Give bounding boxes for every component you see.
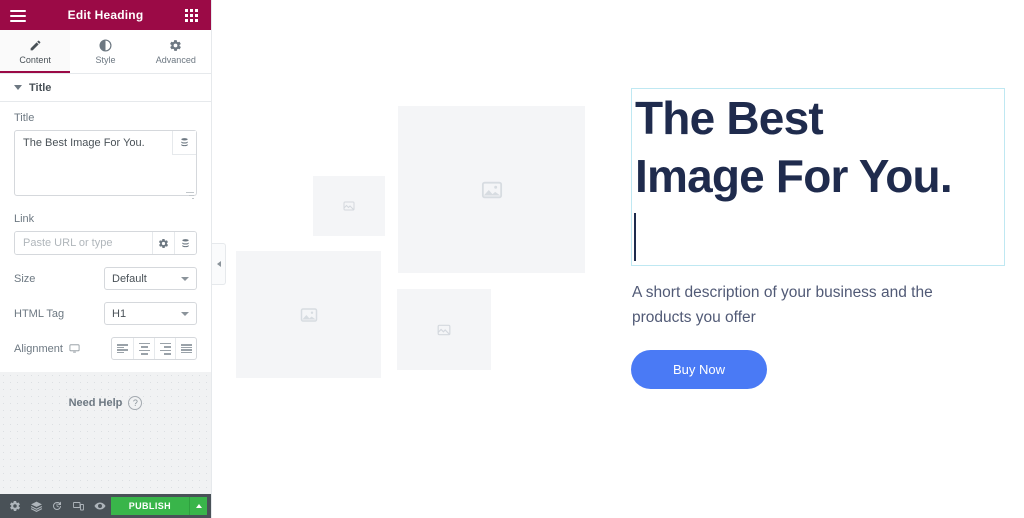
editor-canvas: The Best Image For You. A short descript… [212,0,1024,518]
elementor-editor: Edit Heading Content Style Advanced Titl… [0,0,1024,518]
chevron-down-icon [181,276,189,281]
tab-content-label: Content [19,54,51,65]
eye-icon [94,502,106,510]
tab-style[interactable]: Style [70,30,141,73]
title-field-label: Title [14,112,35,124]
chevron-left-icon [216,261,221,267]
description-text[interactable]: A short description of your business and… [632,280,962,330]
html-tag-select[interactable]: H1 [104,302,197,325]
history-icon [53,501,62,510]
panel-collapse-handle[interactable] [212,243,226,285]
section-title-header[interactable]: Title [0,74,211,102]
chevron-down-icon [14,85,22,90]
alignment-button-group [111,337,197,360]
size-field-label: Size [14,272,36,285]
dynamic-tags-icon[interactable] [172,131,196,155]
image-icon [300,307,317,322]
editor-panel: Edit Heading Content Style Advanced Titl… [0,0,226,518]
image-placeholder-small-top[interactable] [313,176,385,236]
control-size: Size Default [14,267,197,290]
broken-image-icon [343,201,355,211]
preview-eye-icon[interactable] [89,494,110,518]
section-title-label: Title [29,81,52,94]
title-input[interactable] [14,130,197,196]
panel-title: Edit Heading [67,8,144,22]
navigator-layers-icon[interactable] [25,494,46,518]
publish-button[interactable]: PUBLISH [110,497,190,515]
image-placeholder-medium-bottom[interactable] [397,289,491,370]
align-center-button[interactable] [133,338,154,359]
settings-gear-icon[interactable] [4,494,25,518]
control-html-tag: HTML Tag H1 [14,302,197,325]
image-placeholder-large-left[interactable] [236,251,381,378]
tab-advanced[interactable]: Advanced [140,30,211,73]
chevron-down-icon [181,311,189,316]
need-help-label: Need Help [68,397,123,409]
publish-group: PUBLISH [110,497,208,515]
hamburger-menu-icon[interactable] [10,7,26,23]
gear-icon [158,238,169,248]
heading-text[interactable]: The Best Image For You. [632,89,1004,205]
link-input[interactable] [15,232,152,254]
align-right-button[interactable] [154,338,175,359]
link-field-label: Link [14,213,35,225]
layers-icon [30,501,42,512]
panel-controls: Title Link [0,102,211,372]
image-placeholder-large-top[interactable] [398,106,585,273]
broken-image-icon [437,324,451,335]
size-select[interactable]: Default [104,267,197,290]
link-dynamic-tags-icon[interactable] [174,232,196,254]
panel-header: Edit Heading [0,0,211,30]
html-tag-field-label: HTML Tag [14,307,65,320]
link-options-gear-icon[interactable] [152,232,174,254]
widgets-grid-icon[interactable] [185,7,201,23]
need-help-area: Need Help ? [0,372,211,494]
need-help-link[interactable]: Need Help ? [69,394,143,412]
desktop-icon[interactable] [69,343,80,354]
gear-icon [9,501,20,511]
tab-content[interactable]: Content [0,30,71,73]
control-link: Link [14,213,197,255]
question-mark-icon: ? [128,396,143,410]
control-alignment: Alignment [14,337,197,360]
alignment-label-text: Alignment [14,342,63,355]
panel-footer: PUBLISH [0,494,211,518]
align-justify-button[interactable] [175,338,196,359]
heading-widget[interactable]: The Best Image For You. [631,88,1005,266]
align-left-button[interactable] [112,338,133,359]
publish-options-button[interactable] [189,497,208,515]
control-title: Title [14,112,197,201]
tab-style-label: Style [95,54,116,65]
database-stack-icon [181,138,188,147]
tab-advanced-label: Advanced [155,54,196,65]
panel-tabs: Content Style Advanced [0,30,211,74]
chevron-up-icon [195,504,202,508]
pencil-icon [30,40,41,50]
image-icon [481,181,502,198]
html-tag-select-value: H1 [112,307,127,320]
alignment-field-label: Alignment [14,343,80,355]
gear-icon [170,39,182,51]
size-select-value: Default [112,272,147,285]
contrast-circle-icon [99,38,112,52]
database-stack-icon [182,238,189,247]
responsive-mode-icon[interactable] [68,494,89,518]
text-cursor [634,213,636,261]
buy-now-button[interactable]: Buy Now [631,350,767,389]
history-revisions-icon[interactable] [47,494,68,518]
responsive-devices-icon [73,502,85,511]
